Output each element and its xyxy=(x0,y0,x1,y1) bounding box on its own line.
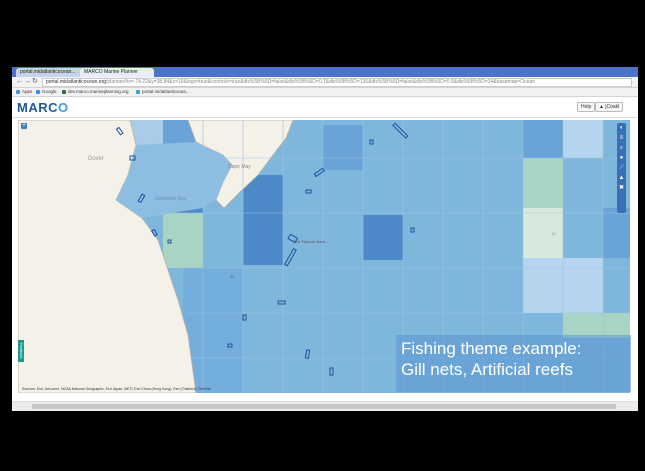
tab-marco-planner[interactable]: MARCO Marine Planner xyxy=(80,68,154,77)
tab-portal[interactable]: portal.midatlanticocean... xyxy=(16,68,84,77)
label-delaware-bay: Delaware Bay xyxy=(155,196,187,202)
bookmark-dev-marco[interactable]: dev.marco.marineplanning.org xyxy=(62,88,128,96)
grid-cell xyxy=(243,175,283,265)
reef-polygon xyxy=(283,248,297,267)
tab-bar: portal.midatlanticocean... MARCO Marine … xyxy=(12,67,638,77)
reef-polygon xyxy=(392,122,409,139)
grid-cell xyxy=(603,208,630,258)
bookmarks-bar: Apps Google dev.marco.marineplanning.org… xyxy=(12,88,638,97)
forward-arrow-icon[interactable]: → xyxy=(24,78,31,86)
back-arrow-icon[interactable]: ← xyxy=(16,78,23,86)
grid-cell xyxy=(323,125,363,170)
reef-polygon xyxy=(277,300,286,305)
reef-polygon xyxy=(242,314,247,321)
caption-line-1: Fishing theme example: xyxy=(401,339,582,358)
tab-label: MARCO Marine Planner xyxy=(84,69,138,75)
reef-polygon xyxy=(305,189,312,194)
url-input[interactable]: portal.midatlanticocean.org/planner/#x=-… xyxy=(42,78,632,87)
feedback-tab[interactable]: Feedback xyxy=(18,340,24,362)
layers-icon[interactable]: ≡ xyxy=(617,133,626,143)
google-icon xyxy=(36,89,40,94)
grid-cell xyxy=(523,158,563,208)
measure-icon[interactable]: ⟋ xyxy=(617,163,626,173)
reef-polygon xyxy=(329,367,334,376)
grid-cell xyxy=(523,120,563,158)
label-grid-block: 18 xyxy=(551,231,556,236)
reef-polygon xyxy=(304,349,311,359)
url-path: /planner/#x=-74.22&y=38.84&z=10&logo=tru… xyxy=(106,79,535,85)
globe-icon[interactable]: ◐ xyxy=(617,123,626,133)
marker-icon[interactable]: ● xyxy=(617,153,626,163)
horizontal-scrollbar[interactable] xyxy=(12,401,638,411)
browser-window: portal.midatlanticocean... MARCO Marine … xyxy=(12,67,638,411)
map-attribution: Sources: Esri, DeLorme, NOAA National Ge… xyxy=(22,387,212,391)
zoom-in-button[interactable]: + xyxy=(21,123,27,129)
map-toolbar: ◐ ≡ ⌕ ● ⟋ ▲ ✖ xyxy=(617,123,626,213)
user-menu-button[interactable]: ▲ jCoakl xyxy=(595,102,624,112)
bookmark-apps[interactable]: Apps xyxy=(16,88,32,96)
caption-overlay: Fishing theme example: Gill nets, Artifi… xyxy=(396,335,631,392)
address-bar: ← → ↻ portal.midatlanticocean.org/planne… xyxy=(12,77,638,88)
print-icon[interactable]: ✖ xyxy=(617,183,626,193)
url-host: portal.midatlanticocean.org xyxy=(46,79,107,85)
apps-icon xyxy=(16,89,20,94)
label-grid-block: 22 xyxy=(230,274,235,279)
reef-polygon xyxy=(369,139,374,145)
scrollbar-thumb[interactable] xyxy=(32,404,616,409)
marco-logo[interactable]: MARCO xyxy=(17,100,69,115)
label-cape-may: Cape May xyxy=(228,164,251,170)
app-header: MARCO Help ▲ jCoakl xyxy=(12,97,638,118)
dev-marco-icon xyxy=(62,89,66,94)
bookmark-portal[interactable]: portal.midatlanticocea... xyxy=(136,88,190,96)
reload-icon[interactable]: ↻ xyxy=(32,78,38,86)
help-button[interactable]: Help xyxy=(577,102,596,112)
tab-label: portal.midatlanticocean... xyxy=(20,69,76,75)
search-icon[interactable]: ⌕ xyxy=(617,143,626,153)
grid-cell xyxy=(563,120,603,158)
bookmark-google[interactable]: Google xyxy=(36,88,57,96)
label-dover: Dover xyxy=(88,156,104,162)
label-five-fathom-bank: Five Fathom Bank xyxy=(293,239,325,244)
draw-icon[interactable]: ▲ xyxy=(617,173,626,183)
caption-line-2: Gill nets, Artificial reefs xyxy=(401,360,573,379)
grid-cell xyxy=(363,215,403,260)
portal-icon xyxy=(136,89,140,94)
grid-cell xyxy=(523,208,563,258)
reef-polygon xyxy=(410,227,415,233)
